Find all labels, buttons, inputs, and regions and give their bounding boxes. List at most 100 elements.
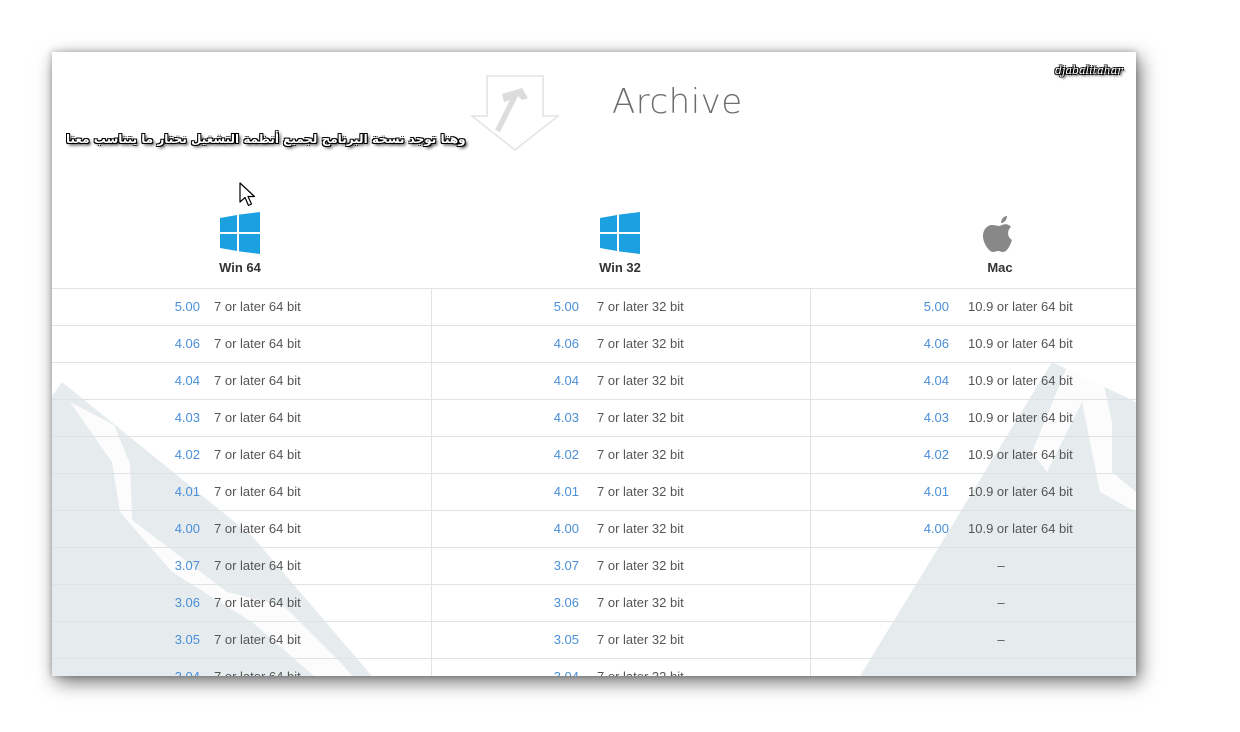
os-requirement: 10.9 or later 64 bit — [968, 373, 1073, 388]
version-link-win32[interactable]: 4.00 — [519, 511, 579, 547]
version-link-win32[interactable]: 5.00 — [519, 289, 579, 325]
table-row: 4.02 7 or later 64 bit 4.02 7 or later 3… — [52, 436, 1136, 473]
os-requirement: 10.9 or later 64 bit — [968, 410, 1073, 425]
version-link-win64[interactable]: 3.04 — [140, 659, 200, 676]
cell-win64: 4.02 7 or later 64 bit — [52, 437, 430, 473]
cell-win64: 3.04 7 or later 64 bit — [52, 659, 430, 676]
table-row: 4.04 7 or later 64 bit 4.04 7 or later 3… — [52, 362, 1136, 399]
os-requirement: 7 or later 64 bit — [214, 558, 301, 573]
version-link-mac[interactable]: 5.00 — [889, 289, 949, 325]
version-link-mac[interactable]: 4.06 — [889, 326, 949, 362]
version-link-win64[interactable]: 4.00 — [140, 511, 200, 547]
cell-win64: 4.04 7 or later 64 bit — [52, 363, 430, 399]
version-link-win64[interactable]: 3.07 — [140, 548, 200, 584]
version-link-win64[interactable]: 5.00 — [140, 289, 200, 325]
version-link-win32[interactable]: 3.04 — [519, 659, 579, 676]
version-link-win32[interactable]: 4.04 — [519, 363, 579, 399]
version-link-mac[interactable]: 4.01 — [889, 474, 949, 510]
os-requirement: 7 or later 32 bit — [597, 299, 684, 314]
cell-win64: 4.00 7 or later 64 bit — [52, 511, 430, 547]
table-row: 3.07 7 or later 64 bit 3.07 7 or later 3… — [52, 547, 1136, 584]
version-link-win64[interactable]: 4.06 — [140, 326, 200, 362]
version-link-mac[interactable]: 4.04 — [889, 363, 949, 399]
version-link-win32[interactable]: 4.02 — [519, 437, 579, 473]
os-requirement: 7 or later 64 bit — [214, 632, 301, 647]
cell-mac: 4.02 10.9 or later 64 bit — [810, 437, 1136, 473]
version-link-win64[interactable]: 4.01 — [140, 474, 200, 510]
cell-win32: 3.05 7 or later 32 bit — [431, 622, 811, 658]
version-link-win32[interactable]: 3.06 — [519, 585, 579, 621]
table-row: 4.03 7 or later 64 bit 4.03 7 or later 3… — [52, 399, 1136, 436]
cell-win32: 5.00 7 or later 32 bit — [431, 289, 811, 325]
watermark: djabalitahar — [1055, 64, 1123, 77]
os-header-win64[interactable]: Win 64 — [180, 212, 300, 275]
os-requirement: 7 or later 64 bit — [214, 659, 301, 676]
os-requirement: 7 or later 64 bit — [214, 373, 301, 388]
page-title: Archive — [612, 82, 743, 122]
os-requirement: 10.9 or later 64 bit — [968, 447, 1073, 462]
version-link-win32[interactable]: 4.03 — [519, 400, 579, 436]
cell-win64: 3.07 7 or later 64 bit — [52, 548, 430, 584]
os-requirement: 10.9 or later 64 bit — [968, 521, 1073, 536]
version-link-win32[interactable]: 3.05 — [519, 622, 579, 658]
cell-win64: 4.03 7 or later 64 bit — [52, 400, 430, 436]
version-link-win32[interactable]: 4.06 — [519, 326, 579, 362]
cell-win32: 4.03 7 or later 32 bit — [431, 400, 811, 436]
cell-mac: – — [810, 548, 1136, 584]
version-link-mac[interactable]: 4.02 — [889, 437, 949, 473]
cell-win64: 4.06 7 or later 64 bit — [52, 326, 430, 362]
version-link-win64[interactable]: 3.06 — [140, 585, 200, 621]
unavailable-dash: – — [997, 595, 1005, 610]
os-label: Mac — [987, 260, 1013, 275]
cell-mac: 4.00 10.9 or later 64 bit — [810, 511, 1136, 547]
cell-win32: 4.04 7 or later 32 bit — [431, 363, 811, 399]
archive-logo — [470, 75, 560, 151]
os-requirement: 7 or later 32 bit — [597, 632, 684, 647]
os-requirement: 7 or later 32 bit — [597, 410, 684, 425]
table-row: 5.00 7 or later 64 bit 5.00 7 or later 3… — [52, 288, 1136, 325]
table-row: 4.06 7 or later 64 bit 4.06 7 or later 3… — [52, 325, 1136, 362]
os-requirement: 7 or later 32 bit — [597, 595, 684, 610]
version-table: 5.00 7 or later 64 bit 5.00 7 or later 3… — [52, 288, 1136, 676]
cell-mac: 4.04 10.9 or later 64 bit — [810, 363, 1136, 399]
version-link-win32[interactable]: 4.01 — [519, 474, 579, 510]
os-header-win32[interactable]: Win 32 — [560, 212, 680, 275]
os-requirement: 10.9 or later 64 bit — [968, 484, 1073, 499]
archive-panel: Archive djabalitahar وهنا توجد نسخة البر… — [52, 52, 1136, 676]
os-requirement: 10.9 or later 64 bit — [968, 299, 1073, 314]
os-requirement: 7 or later 64 bit — [214, 410, 301, 425]
os-requirement: 7 or later 32 bit — [597, 484, 684, 499]
version-link-win64[interactable]: 4.03 — [140, 400, 200, 436]
os-requirement: 7 or later 32 bit — [597, 447, 684, 462]
os-requirement: 10.9 or later 64 bit — [968, 336, 1073, 351]
cell-mac: 4.03 10.9 or later 64 bit — [810, 400, 1136, 436]
os-requirement: 7 or later 32 bit — [597, 336, 684, 351]
table-row: 4.00 7 or later 64 bit 4.00 7 or later 3… — [52, 510, 1136, 547]
os-requirement: 7 or later 64 bit — [214, 447, 301, 462]
os-requirement: 7 or later 32 bit — [597, 373, 684, 388]
os-header-mac[interactable]: Mac — [940, 212, 1060, 275]
windows-icon — [220, 212, 260, 254]
cell-win64: 3.05 7 or later 64 bit — [52, 622, 430, 658]
cell-win32: 4.02 7 or later 32 bit — [431, 437, 811, 473]
unavailable-dash: – — [811, 659, 1136, 676]
table-row: 4.01 7 or later 64 bit 4.01 7 or later 3… — [52, 473, 1136, 510]
version-link-win64[interactable]: 4.04 — [140, 363, 200, 399]
version-link-win64[interactable]: 4.02 — [140, 437, 200, 473]
os-requirement: 7 or later 64 bit — [214, 299, 301, 314]
mouse-cursor-icon — [239, 182, 256, 207]
cell-mac: – — [810, 659, 1136, 676]
version-link-mac[interactable]: 4.00 — [889, 511, 949, 547]
cell-mac: 4.06 10.9 or later 64 bit — [810, 326, 1136, 362]
cell-win64: 3.06 7 or later 64 bit — [52, 585, 430, 621]
apple-icon — [983, 216, 1012, 252]
cell-win64: 5.00 7 or later 64 bit — [52, 289, 430, 325]
version-link-mac[interactable]: 4.03 — [889, 400, 949, 436]
os-label: Win 32 — [599, 260, 641, 275]
cell-mac: 4.01 10.9 or later 64 bit — [810, 474, 1136, 510]
cell-mac: – — [810, 585, 1136, 621]
cell-mac: – — [810, 622, 1136, 658]
version-link-win32[interactable]: 3.07 — [519, 548, 579, 584]
os-requirement: 7 or later 64 bit — [214, 595, 301, 610]
version-link-win64[interactable]: 3.05 — [140, 622, 200, 658]
